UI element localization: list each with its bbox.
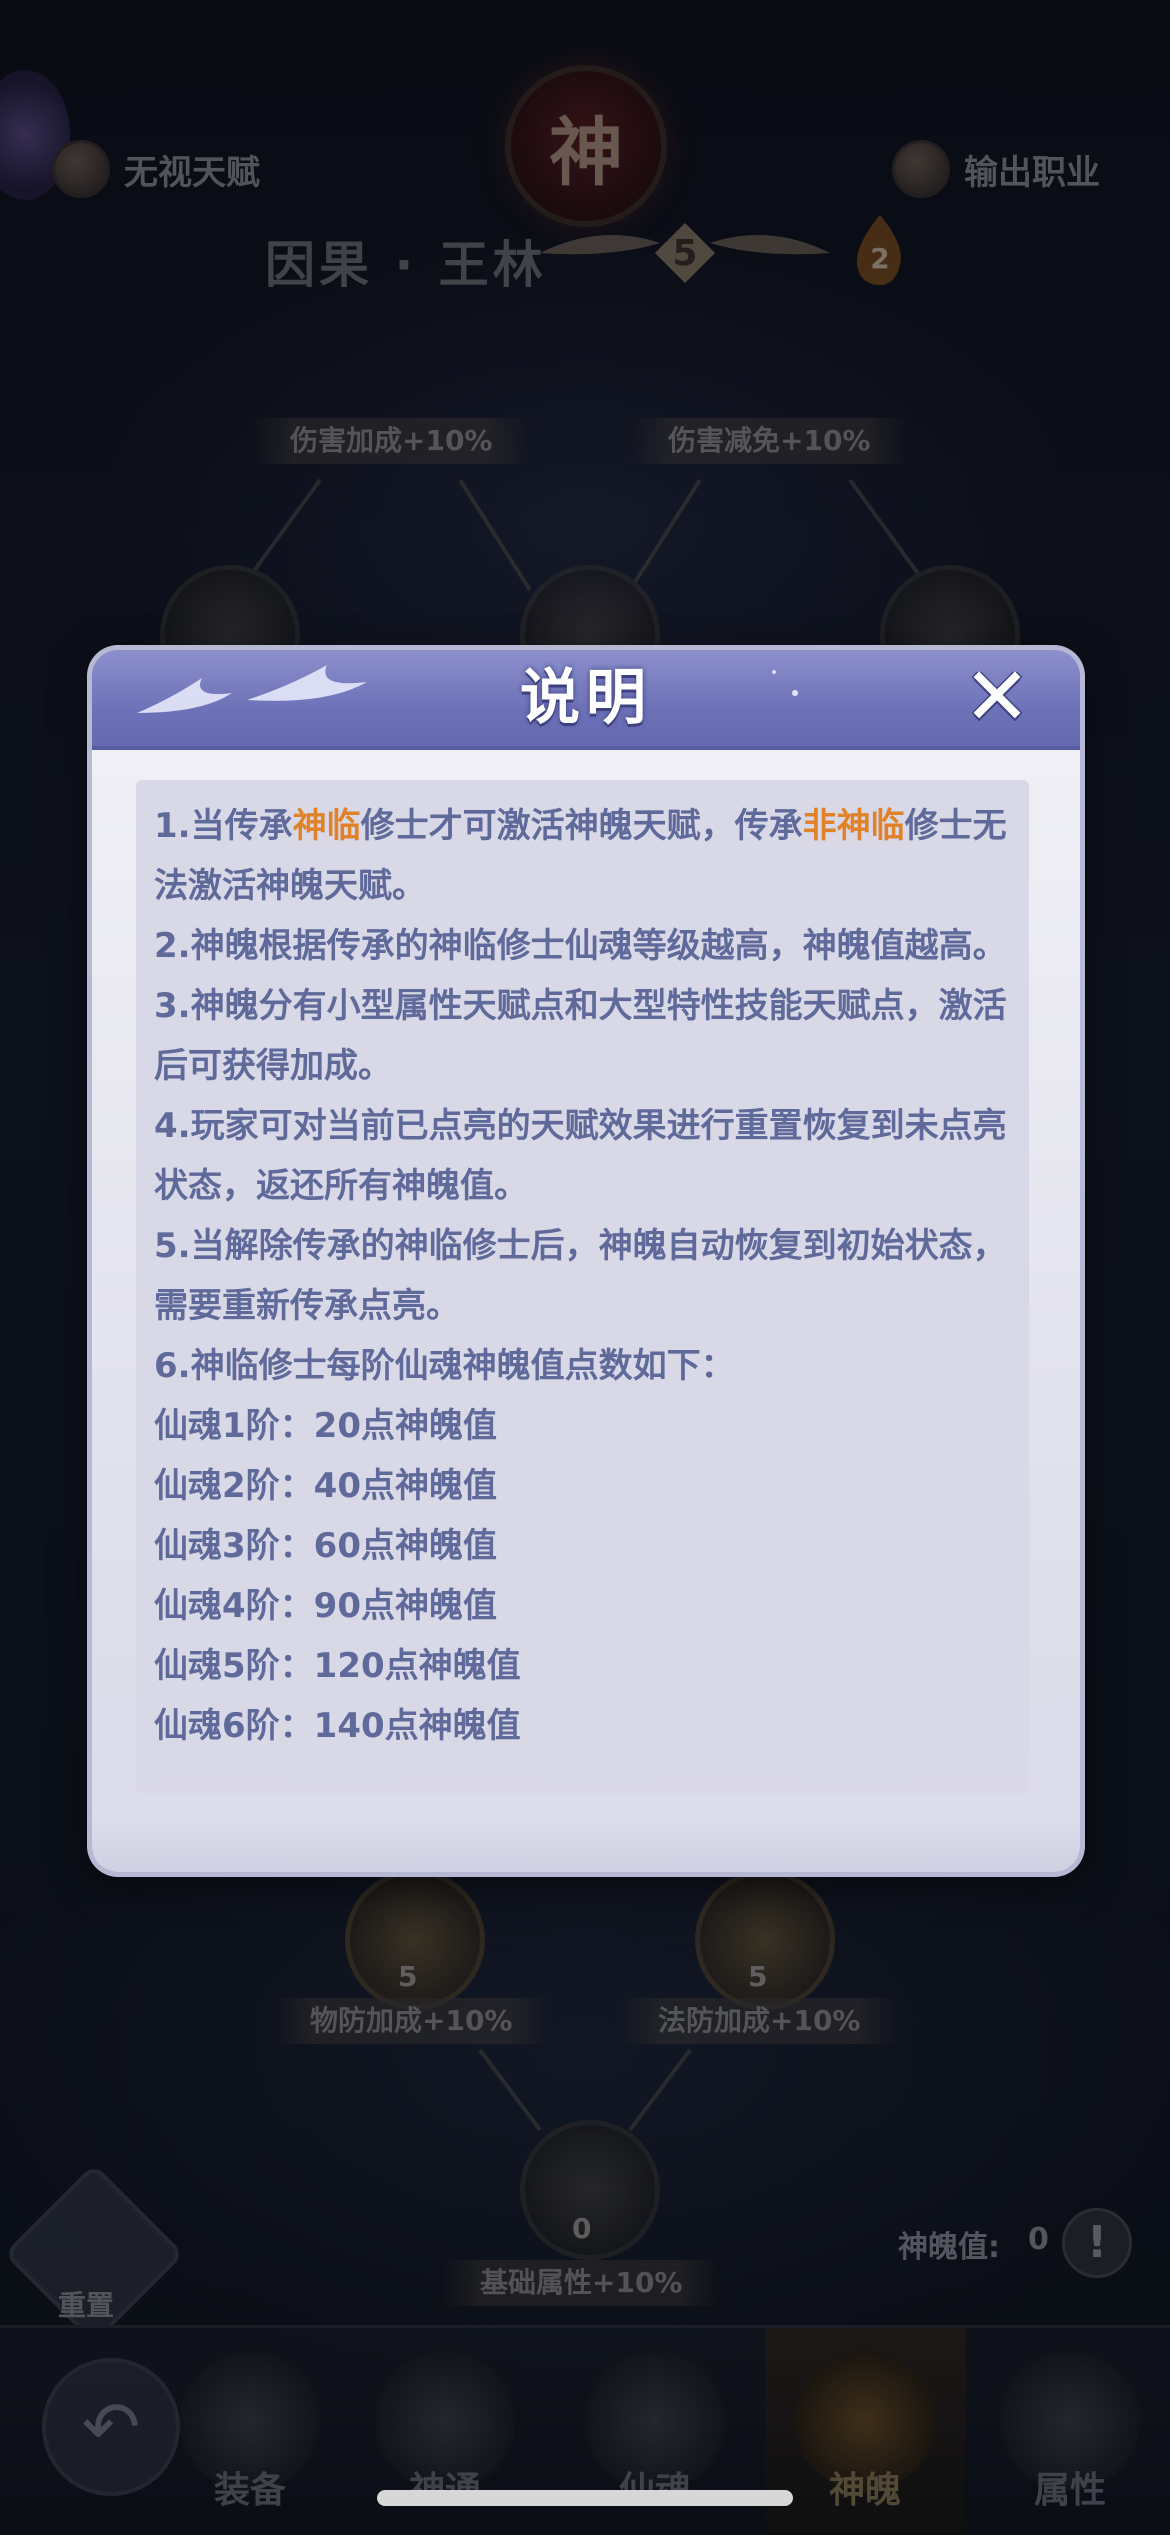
info-dialog: 说明 ✕ 1.当传承神临修士才可激活神魄天赋，传承非神临修士无法激活神魄天赋。 … <box>92 650 1080 1872</box>
tier-3: 仙魂3阶：60点神魄值 <box>154 1526 497 1566</box>
character-name: 因果 · 王林 <box>265 236 547 294</box>
rule-2: 2.神魄根据传承的神临修士仙魂等级越高，神魄值越高。 <box>154 926 1007 966</box>
close-button[interactable]: ✕ <box>960 650 1034 743</box>
talent-label-base: 基础属性+10% <box>440 2260 723 2306</box>
rule-4: 4.玩家可对当前已点亮的天赋效果进行重置恢复到未点亮状态，返还所有神魄值。 <box>154 1106 1007 1206</box>
talent-label-magic-def: 法防加成+10% <box>618 1998 901 2044</box>
dialog-bottom-ornament <box>92 1780 1080 1872</box>
highlight-fei-shenlin: 非神临 <box>802 806 905 846</box>
flame-icon: 2 <box>856 215 901 285</box>
tier-6: 仙魂6阶：140点神魄值 <box>154 1706 521 1746</box>
rule-5: 5.当解除传承的神临修士后，神魄自动恢复到初始状态，需要重新传承点亮。 <box>154 1226 1007 1326</box>
star-level: 5 <box>672 233 697 274</box>
tab-divine-spirit[interactable]: 神魄 <box>765 2328 965 2535</box>
talent-label-phys-def: 物防加成+10% <box>270 1998 553 2044</box>
rule-6: 6.神临修士每阶仙魂神魄值点数如下： <box>154 1346 735 1386</box>
points-label: 神魄值: <box>898 2230 1000 2265</box>
role-chip-right[interactable]: 输出职业 <box>892 140 1100 198</box>
tab-label-attributes: 属性 <box>1033 2470 1106 2511</box>
tier-2: 仙魂2阶：40点神魄值 <box>154 1466 497 1506</box>
flame-count: 2 <box>870 242 889 275</box>
reset-label: 重置 <box>58 2289 115 2322</box>
talent-label-damage-bonus: 伤害加成+10% <box>250 418 533 464</box>
home-indicator[interactable] <box>377 2490 793 2506</box>
points-value: 0 <box>1028 2222 1049 2257</box>
emblem-char: 神 <box>549 109 623 196</box>
tab-label-equipment: 装备 <box>213 2470 286 2511</box>
left-chip-label: 无视天赋 <box>124 152 260 193</box>
arrow-up-icon <box>892 140 950 198</box>
tier-5: 仙魂5阶：120点神魄值 <box>154 1646 521 1686</box>
node-value-base: 0 <box>572 2212 592 2245</box>
rule-3: 3.神魄分有小型属性天赋点和大型特性技能天赋点，激活后可获得加成。 <box>154 986 1007 1086</box>
talent-chip-left[interactable]: 无视天赋 <box>52 140 260 198</box>
right-chip-label: 输出职业 <box>964 152 1100 193</box>
coin-icon <box>52 140 110 198</box>
info-icon[interactable]: ! <box>1062 2208 1132 2278</box>
close-icon: ✕ <box>963 650 1031 743</box>
tab-equipment[interactable]: 装备 <box>150 2328 350 2535</box>
tier-4: 仙魂4阶：90点神魄值 <box>154 1586 497 1626</box>
dialog-content[interactable]: 1.当传承神临修士才可激活神魄天赋，传承非神临修士无法激活神魄天赋。 2.神魄根… <box>136 780 1029 1795</box>
tab-label-divine-spirit: 神魄 <box>828 2470 901 2511</box>
tab-attributes[interactable]: 属性 <box>970 2328 1170 2535</box>
talent-label-damage-reduction: 伤害减免+10% <box>628 418 911 464</box>
god-emblem: 神 <box>505 65 667 227</box>
highlight-shenlin: 神临 <box>292 806 361 846</box>
rule-1: 1.当传承神临修士才可激活神魄天赋，传承非神临修士无法激活神魄天赋。 <box>154 806 1007 906</box>
node-value-phys-def: 5 <box>398 1960 418 1993</box>
wings-star-icon: 5 <box>540 223 830 283</box>
dialog-title: 说明 <box>520 663 652 733</box>
tier-1: 仙魂1阶：20点神魄值 <box>154 1406 497 1446</box>
node-value-magic-def: 5 <box>748 1960 768 1993</box>
